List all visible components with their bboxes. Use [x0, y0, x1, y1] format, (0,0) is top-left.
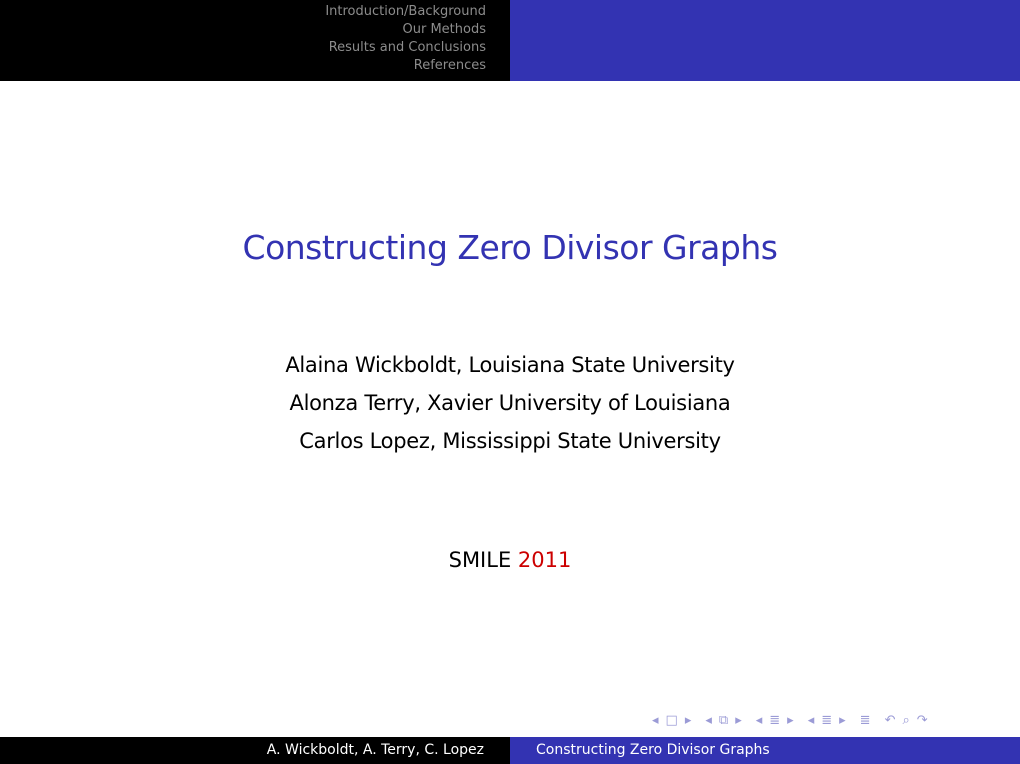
section-icon[interactable]: ≣: [769, 713, 780, 728]
header-bar: Introduction/Background Our Methods Resu…: [0, 0, 1020, 81]
presentation-next-icon[interactable]: ▸: [839, 713, 846, 728]
section-navigation: Introduction/Background Our Methods Resu…: [0, 0, 510, 81]
nav-section-references[interactable]: References: [0, 57, 486, 75]
header-accent-panel: [510, 0, 1020, 81]
nav-section-introduction[interactable]: Introduction/Background: [0, 3, 486, 21]
appendix-icon[interactable]: ≣: [860, 713, 871, 728]
search-icon[interactable]: ⌕: [902, 713, 909, 728]
footer-bar: A. Wickboldt, A. Terry, C. Lopez Constru…: [0, 737, 1020, 764]
forward-icon[interactable]: ↷: [917, 713, 928, 728]
nav-section-methods[interactable]: Our Methods: [0, 21, 486, 39]
author-line: Alonza Terry, Xavier University of Louis…: [289, 391, 731, 415]
subsection-prev-icon[interactable]: ◂: [705, 713, 712, 728]
frame-prev-icon[interactable]: ◂: [652, 713, 659, 728]
back-icon[interactable]: ↶: [885, 713, 896, 728]
event-name: SMILE: [448, 548, 512, 572]
beamer-navigation-symbols: ◂ □ ▸ ◂ ⧉ ▸ ◂ ≣ ▸ ◂ ≣ ▸ ≣ ↶ ⌕ ↷: [652, 710, 935, 730]
subsection-next-icon[interactable]: ▸: [735, 713, 742, 728]
frame-next-icon[interactable]: ▸: [685, 713, 692, 728]
event-year: 2011: [517, 548, 572, 572]
footer-authors: A. Wickboldt, A. Terry, C. Lopez: [0, 737, 510, 764]
slide-title: Constructing Zero Divisor Graphs: [242, 228, 778, 267]
presentation-prev-icon[interactable]: ◂: [808, 713, 815, 728]
section-prev-icon[interactable]: ◂: [756, 713, 763, 728]
author-list: Alaina Wickboldt, Louisiana State Univer…: [0, 346, 1020, 460]
author-line: Alaina Wickboldt, Louisiana State Univer…: [285, 353, 735, 377]
nav-section-results[interactable]: Results and Conclusions: [0, 39, 486, 57]
event-label: SMILE 2011: [0, 548, 1020, 572]
frame-icon[interactable]: □: [666, 713, 678, 728]
author-line: Carlos Lopez, Mississippi State Universi…: [299, 429, 721, 453]
footer-title: Constructing Zero Divisor Graphs: [510, 737, 1020, 764]
subsection-icon[interactable]: ⧉: [719, 713, 728, 728]
presentation-icon[interactable]: ≣: [821, 713, 832, 728]
section-next-icon[interactable]: ▸: [787, 713, 794, 728]
